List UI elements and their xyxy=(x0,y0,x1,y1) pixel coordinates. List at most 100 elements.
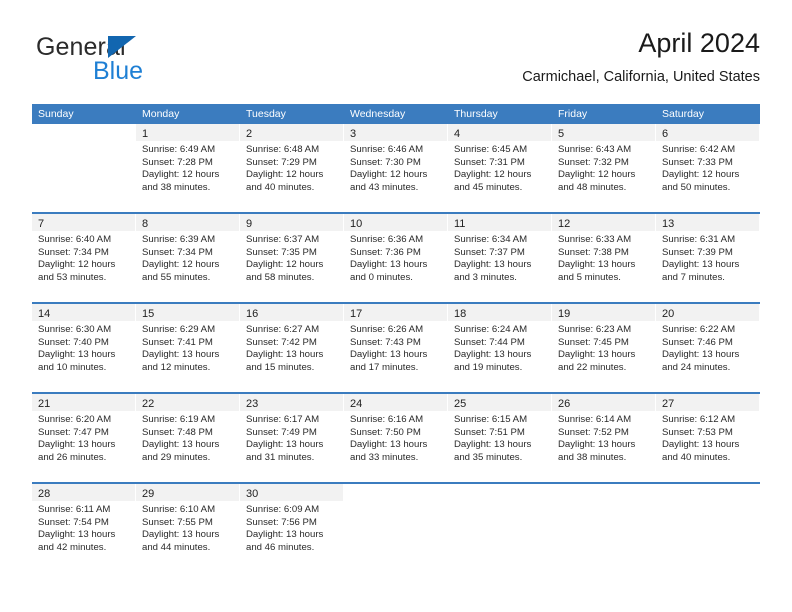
daylight-text-line2: and 33 minutes. xyxy=(350,451,419,463)
daylight-text-line2: and 15 minutes. xyxy=(246,361,315,373)
day-cell[interactable]: 21 Sunrise: 6:20 AM Sunset: 7:47 PM Dayl… xyxy=(32,394,136,482)
daylight-text-line1: Daylight: 13 hours xyxy=(246,529,324,541)
sunrise-text: Sunrise: 6:16 AM xyxy=(350,414,424,425)
daylight-text-line1: Daylight: 12 hours xyxy=(246,259,324,271)
daylight-text-line1: Daylight: 13 hours xyxy=(142,349,220,361)
day-cell[interactable]: 25 Sunrise: 6:15 AM Sunset: 7:51 PM Dayl… xyxy=(448,394,552,482)
day-cell[interactable]: 4 Sunrise: 6:45 AM Sunset: 7:31 PM Dayli… xyxy=(448,124,552,212)
day-cell[interactable]: 8 Sunrise: 6:39 AM Sunset: 7:34 PM Dayli… xyxy=(136,214,240,302)
sunset-text: Sunset: 7:48 PM xyxy=(142,426,213,438)
sunrise-text: Sunrise: 6:34 AM xyxy=(454,234,528,245)
day-cell[interactable]: 2 Sunrise: 6:48 AM Sunset: 7:29 PM Dayli… xyxy=(240,124,344,212)
sunset-text: Sunset: 7:30 PM xyxy=(350,156,421,168)
sunset-text: Sunset: 7:46 PM xyxy=(662,336,733,348)
sunset-text: Sunset: 7:38 PM xyxy=(558,246,629,258)
daylight-text-line1: Daylight: 13 hours xyxy=(558,349,636,361)
daylight-text-line2: and 3 minutes. xyxy=(454,271,517,283)
day-cell[interactable]: 22 Sunrise: 6:19 AM Sunset: 7:48 PM Dayl… xyxy=(136,394,240,482)
daylight-text-line2: and 31 minutes. xyxy=(246,451,315,463)
daylight-text-line2: and 5 minutes. xyxy=(558,271,621,283)
day-number: 12 xyxy=(558,218,571,230)
day-cell[interactable]: 17 Sunrise: 6:26 AM Sunset: 7:43 PM Dayl… xyxy=(344,304,448,392)
daylight-text-line1: Daylight: 12 hours xyxy=(246,169,324,181)
day-cell[interactable]: 3 Sunrise: 6:46 AM Sunset: 7:30 PM Dayli… xyxy=(344,124,448,212)
daylight-text-line2: and 35 minutes. xyxy=(454,451,523,463)
day-cell[interactable]: 24 Sunrise: 6:16 AM Sunset: 7:50 PM Dayl… xyxy=(344,394,448,482)
logo-text-blue: Blue xyxy=(93,57,144,85)
title-block: April 2024 Carmichael, California, Unite… xyxy=(522,26,760,88)
day-cell[interactable]: 11 Sunrise: 6:34 AM Sunset: 7:37 PM Dayl… xyxy=(448,214,552,302)
day-cell[interactable]: 16 Sunrise: 6:27 AM Sunset: 7:42 PM Dayl… xyxy=(240,304,344,392)
daylight-text-line2: and 12 minutes. xyxy=(142,361,211,373)
sunrise-text: Sunrise: 6:19 AM xyxy=(142,414,216,425)
sunset-text: Sunset: 7:37 PM xyxy=(454,246,525,258)
day-cell[interactable]: 15 Sunrise: 6:29 AM Sunset: 7:41 PM Dayl… xyxy=(136,304,240,392)
day-cell[interactable]: 1 Sunrise: 6:49 AM Sunset: 7:28 PM Dayli… xyxy=(136,124,240,212)
sunset-text: Sunset: 7:42 PM xyxy=(246,336,317,348)
day-cell[interactable]: 7 Sunrise: 6:40 AM Sunset: 7:34 PM Dayli… xyxy=(32,214,136,302)
day-cell[interactable]: 14 Sunrise: 6:30 AM Sunset: 7:40 PM Dayl… xyxy=(32,304,136,392)
day-cell xyxy=(656,484,760,572)
calendar-page: General Blue April 2024 Carmichael, Cali… xyxy=(0,0,792,612)
day-number: 16 xyxy=(246,308,259,320)
sunrise-text: Sunrise: 6:11 AM xyxy=(38,504,111,515)
sunset-text: Sunset: 7:34 PM xyxy=(38,246,109,258)
day-cell[interactable]: 12 Sunrise: 6:33 AM Sunset: 7:38 PM Dayl… xyxy=(552,214,656,302)
day-cell[interactable]: 23 Sunrise: 6:17 AM Sunset: 7:49 PM Dayl… xyxy=(240,394,344,482)
day-cell xyxy=(344,484,448,572)
day-number: 23 xyxy=(246,398,259,410)
sunrise-text: Sunrise: 6:48 AM xyxy=(246,144,320,155)
day-cell[interactable]: 9 Sunrise: 6:37 AM Sunset: 7:35 PM Dayli… xyxy=(240,214,344,302)
day-cell[interactable]: 27 Sunrise: 6:12 AM Sunset: 7:53 PM Dayl… xyxy=(656,394,760,482)
daylight-text-line1: Daylight: 13 hours xyxy=(350,349,428,361)
day-number: 21 xyxy=(38,398,51,410)
day-number: 26 xyxy=(558,398,571,410)
sunset-text: Sunset: 7:49 PM xyxy=(246,426,317,438)
day-cell[interactable]: 18 Sunrise: 6:24 AM Sunset: 7:44 PM Dayl… xyxy=(448,304,552,392)
day-cell[interactable]: 30 Sunrise: 6:09 AM Sunset: 7:56 PM Dayl… xyxy=(240,484,344,572)
sunrise-text: Sunrise: 6:36 AM xyxy=(350,234,424,245)
sunset-text: Sunset: 7:29 PM xyxy=(246,156,317,168)
day-number: 20 xyxy=(662,308,675,320)
day-cell xyxy=(552,484,656,572)
sunrise-text: Sunrise: 6:45 AM xyxy=(454,144,528,155)
daylight-text-line2: and 58 minutes. xyxy=(246,271,315,283)
day-number: 30 xyxy=(246,488,259,500)
day-cell xyxy=(32,124,136,212)
page-title: April 2024 xyxy=(638,28,760,58)
sunset-text: Sunset: 7:28 PM xyxy=(142,156,213,168)
sunset-text: Sunset: 7:40 PM xyxy=(38,336,109,348)
sunrise-text: Sunrise: 6:29 AM xyxy=(142,324,216,335)
day-cell[interactable]: 29 Sunrise: 6:10 AM Sunset: 7:55 PM Dayl… xyxy=(136,484,240,572)
sunset-text: Sunset: 7:44 PM xyxy=(454,336,525,348)
calendar-grid: Sunday Monday Tuesday Wednesday Thursday… xyxy=(32,104,760,572)
weekday-monday: Monday xyxy=(142,108,180,120)
day-cell[interactable]: 10 Sunrise: 6:36 AM Sunset: 7:36 PM Dayl… xyxy=(344,214,448,302)
day-number: 9 xyxy=(246,218,253,230)
day-cell[interactable]: 6 Sunrise: 6:42 AM Sunset: 7:33 PM Dayli… xyxy=(656,124,760,212)
day-cell[interactable]: 5 Sunrise: 6:43 AM Sunset: 7:32 PM Dayli… xyxy=(552,124,656,212)
daylight-text-line2: and 55 minutes. xyxy=(142,271,211,283)
day-number: 14 xyxy=(38,308,51,320)
sunrise-text: Sunrise: 6:24 AM xyxy=(454,324,528,335)
day-cell[interactable]: 26 Sunrise: 6:14 AM Sunset: 7:52 PM Dayl… xyxy=(552,394,656,482)
day-number: 10 xyxy=(350,218,363,230)
generalblue-logo[interactable]: General Blue xyxy=(36,34,236,92)
daylight-text-line2: and 0 minutes. xyxy=(350,271,413,283)
day-cell[interactable]: 20 Sunrise: 6:22 AM Sunset: 7:46 PM Dayl… xyxy=(656,304,760,392)
day-cell[interactable]: 13 Sunrise: 6:31 AM Sunset: 7:39 PM Dayl… xyxy=(656,214,760,302)
day-number: 19 xyxy=(558,308,571,320)
day-cell[interactable]: 28 Sunrise: 6:11 AM Sunset: 7:54 PM Dayl… xyxy=(32,484,136,572)
sunrise-text: Sunrise: 6:40 AM xyxy=(38,234,112,245)
calendar-week-row: 1 Sunrise: 6:49 AM Sunset: 7:28 PM Dayli… xyxy=(32,124,760,212)
sunset-text: Sunset: 7:56 PM xyxy=(246,516,317,528)
sunset-text: Sunset: 7:34 PM xyxy=(142,246,213,258)
daylight-text-line2: and 53 minutes. xyxy=(38,271,107,283)
sunrise-text: Sunrise: 6:43 AM xyxy=(558,144,632,155)
daylight-text-line2: and 7 minutes. xyxy=(662,271,725,283)
daylight-text-line2: and 38 minutes. xyxy=(142,181,211,193)
day-cell[interactable]: 19 Sunrise: 6:23 AM Sunset: 7:45 PM Dayl… xyxy=(552,304,656,392)
day-number: 5 xyxy=(558,128,565,140)
calendar-week-row: 28 Sunrise: 6:11 AM Sunset: 7:54 PM Dayl… xyxy=(32,482,760,572)
sunset-text: Sunset: 7:52 PM xyxy=(558,426,629,438)
